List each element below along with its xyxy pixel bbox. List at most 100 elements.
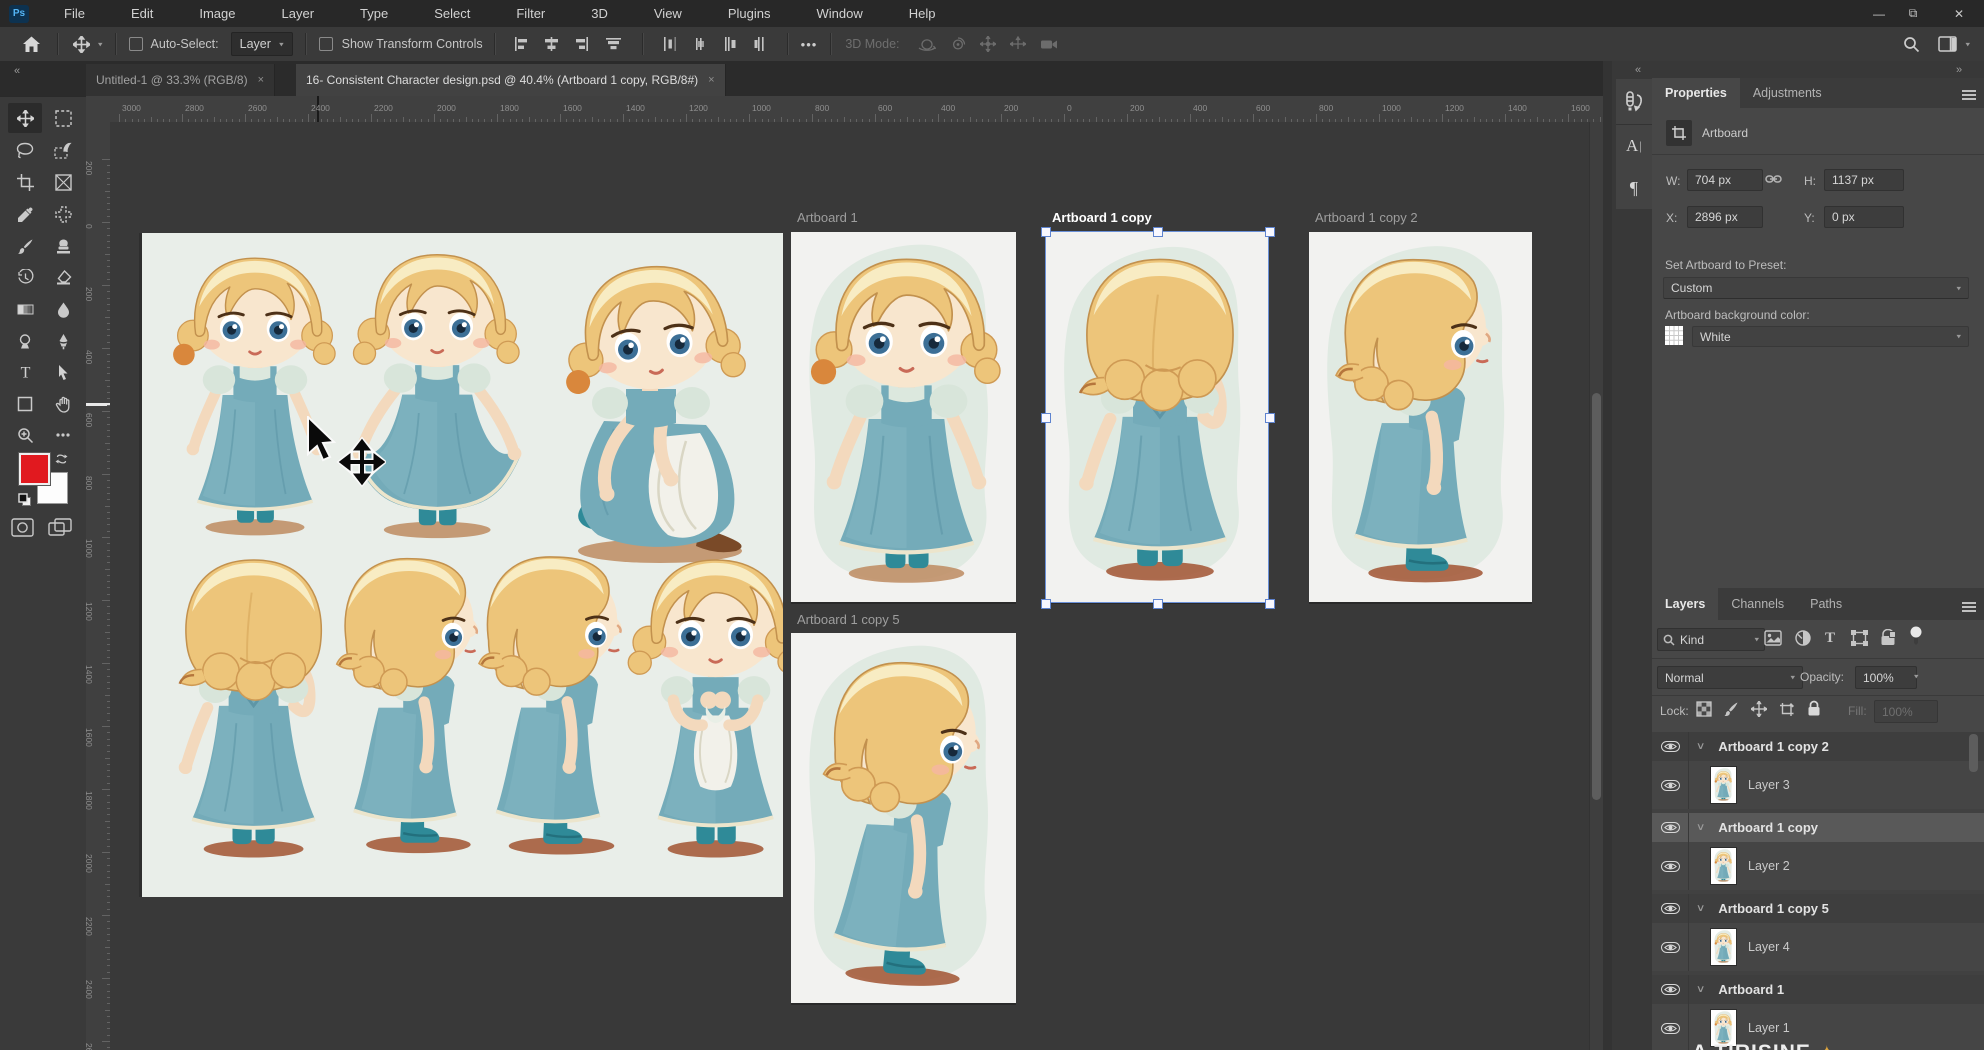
- artboard-artboard-1-copy-5[interactable]: [791, 633, 1016, 1003]
- properties-panel-menu-icon[interactable]: [1962, 87, 1976, 97]
- filter-toggle-icon[interactable]: [1910, 626, 1922, 651]
- rectangle-tool[interactable]: [8, 389, 42, 419]
- menu-layer[interactable]: Layer: [259, 0, 338, 27]
- align-right-icon[interactable]: [567, 37, 597, 51]
- history-panel-icon[interactable]: [1616, 79, 1652, 125]
- filter-adjustment-icon[interactable]: [1795, 630, 1811, 651]
- canvas-area[interactable]: Artboard 1 Artboard 1 copy Artboard 1 co…: [110, 122, 1589, 1050]
- artboard-artboard-1[interactable]: [791, 232, 1016, 602]
- align-center-h-icon[interactable]: [537, 37, 567, 51]
- visibility-eye-icon[interactable]: [1652, 894, 1689, 923]
- tab-adjustments[interactable]: Adjustments: [1740, 78, 1835, 108]
- group-expand-chevron[interactable]: ∨: [1696, 741, 1706, 752]
- artboard-label[interactable]: Artboard 1: [797, 210, 858, 225]
- selection-handle[interactable]: [1041, 413, 1051, 423]
- visibility-eye-icon[interactable]: [1652, 1004, 1689, 1050]
- brush-tool[interactable]: [8, 231, 42, 261]
- artboard-label[interactable]: Artboard 1 copy 5: [797, 612, 900, 627]
- layer-row-layer-3[interactable]: Layer 3: [1652, 761, 1984, 809]
- scrollbar-thumb[interactable]: [1592, 393, 1601, 800]
- hand-tool[interactable]: [46, 389, 80, 419]
- auto-select-target-select[interactable]: Layer ▾: [231, 32, 293, 56]
- restore-button[interactable]: ⧉: [1898, 0, 1928, 27]
- filter-pixel-icon[interactable]: [1764, 630, 1782, 651]
- distribute-h-icon[interactable]: [655, 37, 685, 51]
- menu-image[interactable]: Image: [176, 0, 258, 27]
- artboard-artboard-1-copy-2[interactable]: [1309, 232, 1532, 602]
- lock-position-icon[interactable]: [1751, 701, 1767, 722]
- screen-mode-icon[interactable]: [48, 518, 72, 536]
- foreground-color-swatch[interactable]: [19, 453, 50, 485]
- preset-select[interactable]: Custom ▾: [1663, 277, 1969, 299]
- menu-3d[interactable]: 3D: [568, 0, 631, 27]
- align-top-icon[interactable]: [597, 37, 631, 51]
- tab-paths[interactable]: Paths: [1797, 588, 1855, 620]
- layers-panel-menu-icon[interactable]: [1962, 599, 1976, 609]
- visibility-eye-icon[interactable]: [1652, 975, 1689, 1004]
- layer-row-layer-4[interactable]: Layer 4: [1652, 923, 1984, 971]
- filter-smart-object-icon[interactable]: [1880, 629, 1896, 651]
- bg-color-swatch[interactable]: [1665, 326, 1683, 345]
- opacity-chevron[interactable]: ▾: [1914, 672, 1919, 681]
- menu-file[interactable]: File: [41, 0, 108, 27]
- workspace-chevron[interactable]: ▾: [1965, 40, 1970, 49]
- layer-filter-select[interactable]: Kind ▾: [1657, 628, 1765, 651]
- filter-shape-icon[interactable]: [1851, 630, 1868, 651]
- layers-scrollbar-thumb[interactable]: [1969, 734, 1978, 772]
- group-expand-chevron[interactable]: ∨: [1696, 822, 1706, 833]
- visibility-eye-icon[interactable]: [1652, 761, 1689, 809]
- selection-handle[interactable]: [1153, 227, 1163, 237]
- selection-handle[interactable]: [1153, 599, 1163, 609]
- healing-tool[interactable]: [46, 199, 80, 229]
- tab-properties[interactable]: Properties: [1652, 78, 1740, 108]
- width-field[interactable]: 704 px: [1687, 169, 1763, 191]
- swap-colors-icon[interactable]: [55, 452, 67, 463]
- path-selection-tool[interactable]: [46, 357, 80, 387]
- lock-transparency-icon[interactable]: [1696, 701, 1712, 722]
- auto-select-checkbox[interactable]: [129, 37, 143, 51]
- visibility-eye-icon[interactable]: [1652, 923, 1689, 971]
- layer-row-layer-2[interactable]: Layer 2: [1652, 842, 1984, 890]
- edit-toolbar-tool[interactable]: [46, 420, 80, 450]
- home-icon[interactable]: [22, 36, 41, 53]
- selection-handle[interactable]: [1041, 599, 1051, 609]
- selection-handle[interactable]: [1265, 413, 1275, 423]
- minimize-button[interactable]: —: [1864, 0, 1894, 27]
- layer-group-artboard-1-copy-5[interactable]: ∨Artboard 1 copy 5: [1652, 894, 1984, 923]
- type-tool[interactable]: T: [8, 357, 42, 387]
- ruler-origin[interactable]: [86, 96, 111, 123]
- tab-channels[interactable]: Channels: [1718, 588, 1797, 620]
- gradient-tool[interactable]: [8, 294, 42, 324]
- selection-handle[interactable]: [1041, 227, 1051, 237]
- blend-mode-select[interactable]: Normal ▾: [1657, 666, 1803, 689]
- layer-thumbnail[interactable]: [1711, 848, 1736, 884]
- visibility-eye-icon[interactable]: [1652, 842, 1689, 890]
- marquee-tool[interactable]: [46, 103, 80, 133]
- move-options-chevron[interactable]: ▾: [98, 40, 103, 49]
- selection-handle[interactable]: [1265, 599, 1275, 609]
- distribute-left-icon[interactable]: [715, 37, 745, 51]
- lock-pixels-icon[interactable]: [1724, 701, 1739, 722]
- layer-group-artboard-1-copy[interactable]: ∨Artboard 1 copy: [1652, 813, 1984, 842]
- eraser-tool[interactable]: [46, 262, 80, 292]
- more-options-icon[interactable]: •••: [801, 37, 818, 52]
- crop-tool[interactable]: [8, 167, 42, 197]
- zoom-tool[interactable]: [8, 420, 42, 450]
- menu-view[interactable]: View: [631, 0, 705, 27]
- align-left-icon[interactable]: [507, 37, 537, 51]
- search-icon[interactable]: [1903, 36, 1920, 53]
- blur-tool[interactable]: [46, 294, 80, 324]
- height-field[interactable]: 1137 px: [1824, 169, 1904, 191]
- group-expand-chevron[interactable]: ∨: [1696, 984, 1706, 995]
- menu-window[interactable]: Window: [793, 0, 885, 27]
- clone-stamp-tool[interactable]: [46, 231, 80, 261]
- dodge-tool[interactable]: [8, 326, 42, 356]
- group-expand-chevron[interactable]: ∨: [1696, 903, 1706, 914]
- document-tab-1[interactable]: Untitled-1 @ 33.3% (RGB/8)×: [86, 64, 275, 96]
- link-dimensions-icon[interactable]: [1765, 172, 1782, 191]
- layer-thumbnail[interactable]: [1711, 929, 1736, 965]
- selection-handle[interactable]: [1265, 227, 1275, 237]
- filter-type-icon[interactable]: T: [1825, 630, 1835, 647]
- menu-type[interactable]: Type: [337, 0, 411, 27]
- x-field[interactable]: 2896 px: [1687, 206, 1763, 228]
